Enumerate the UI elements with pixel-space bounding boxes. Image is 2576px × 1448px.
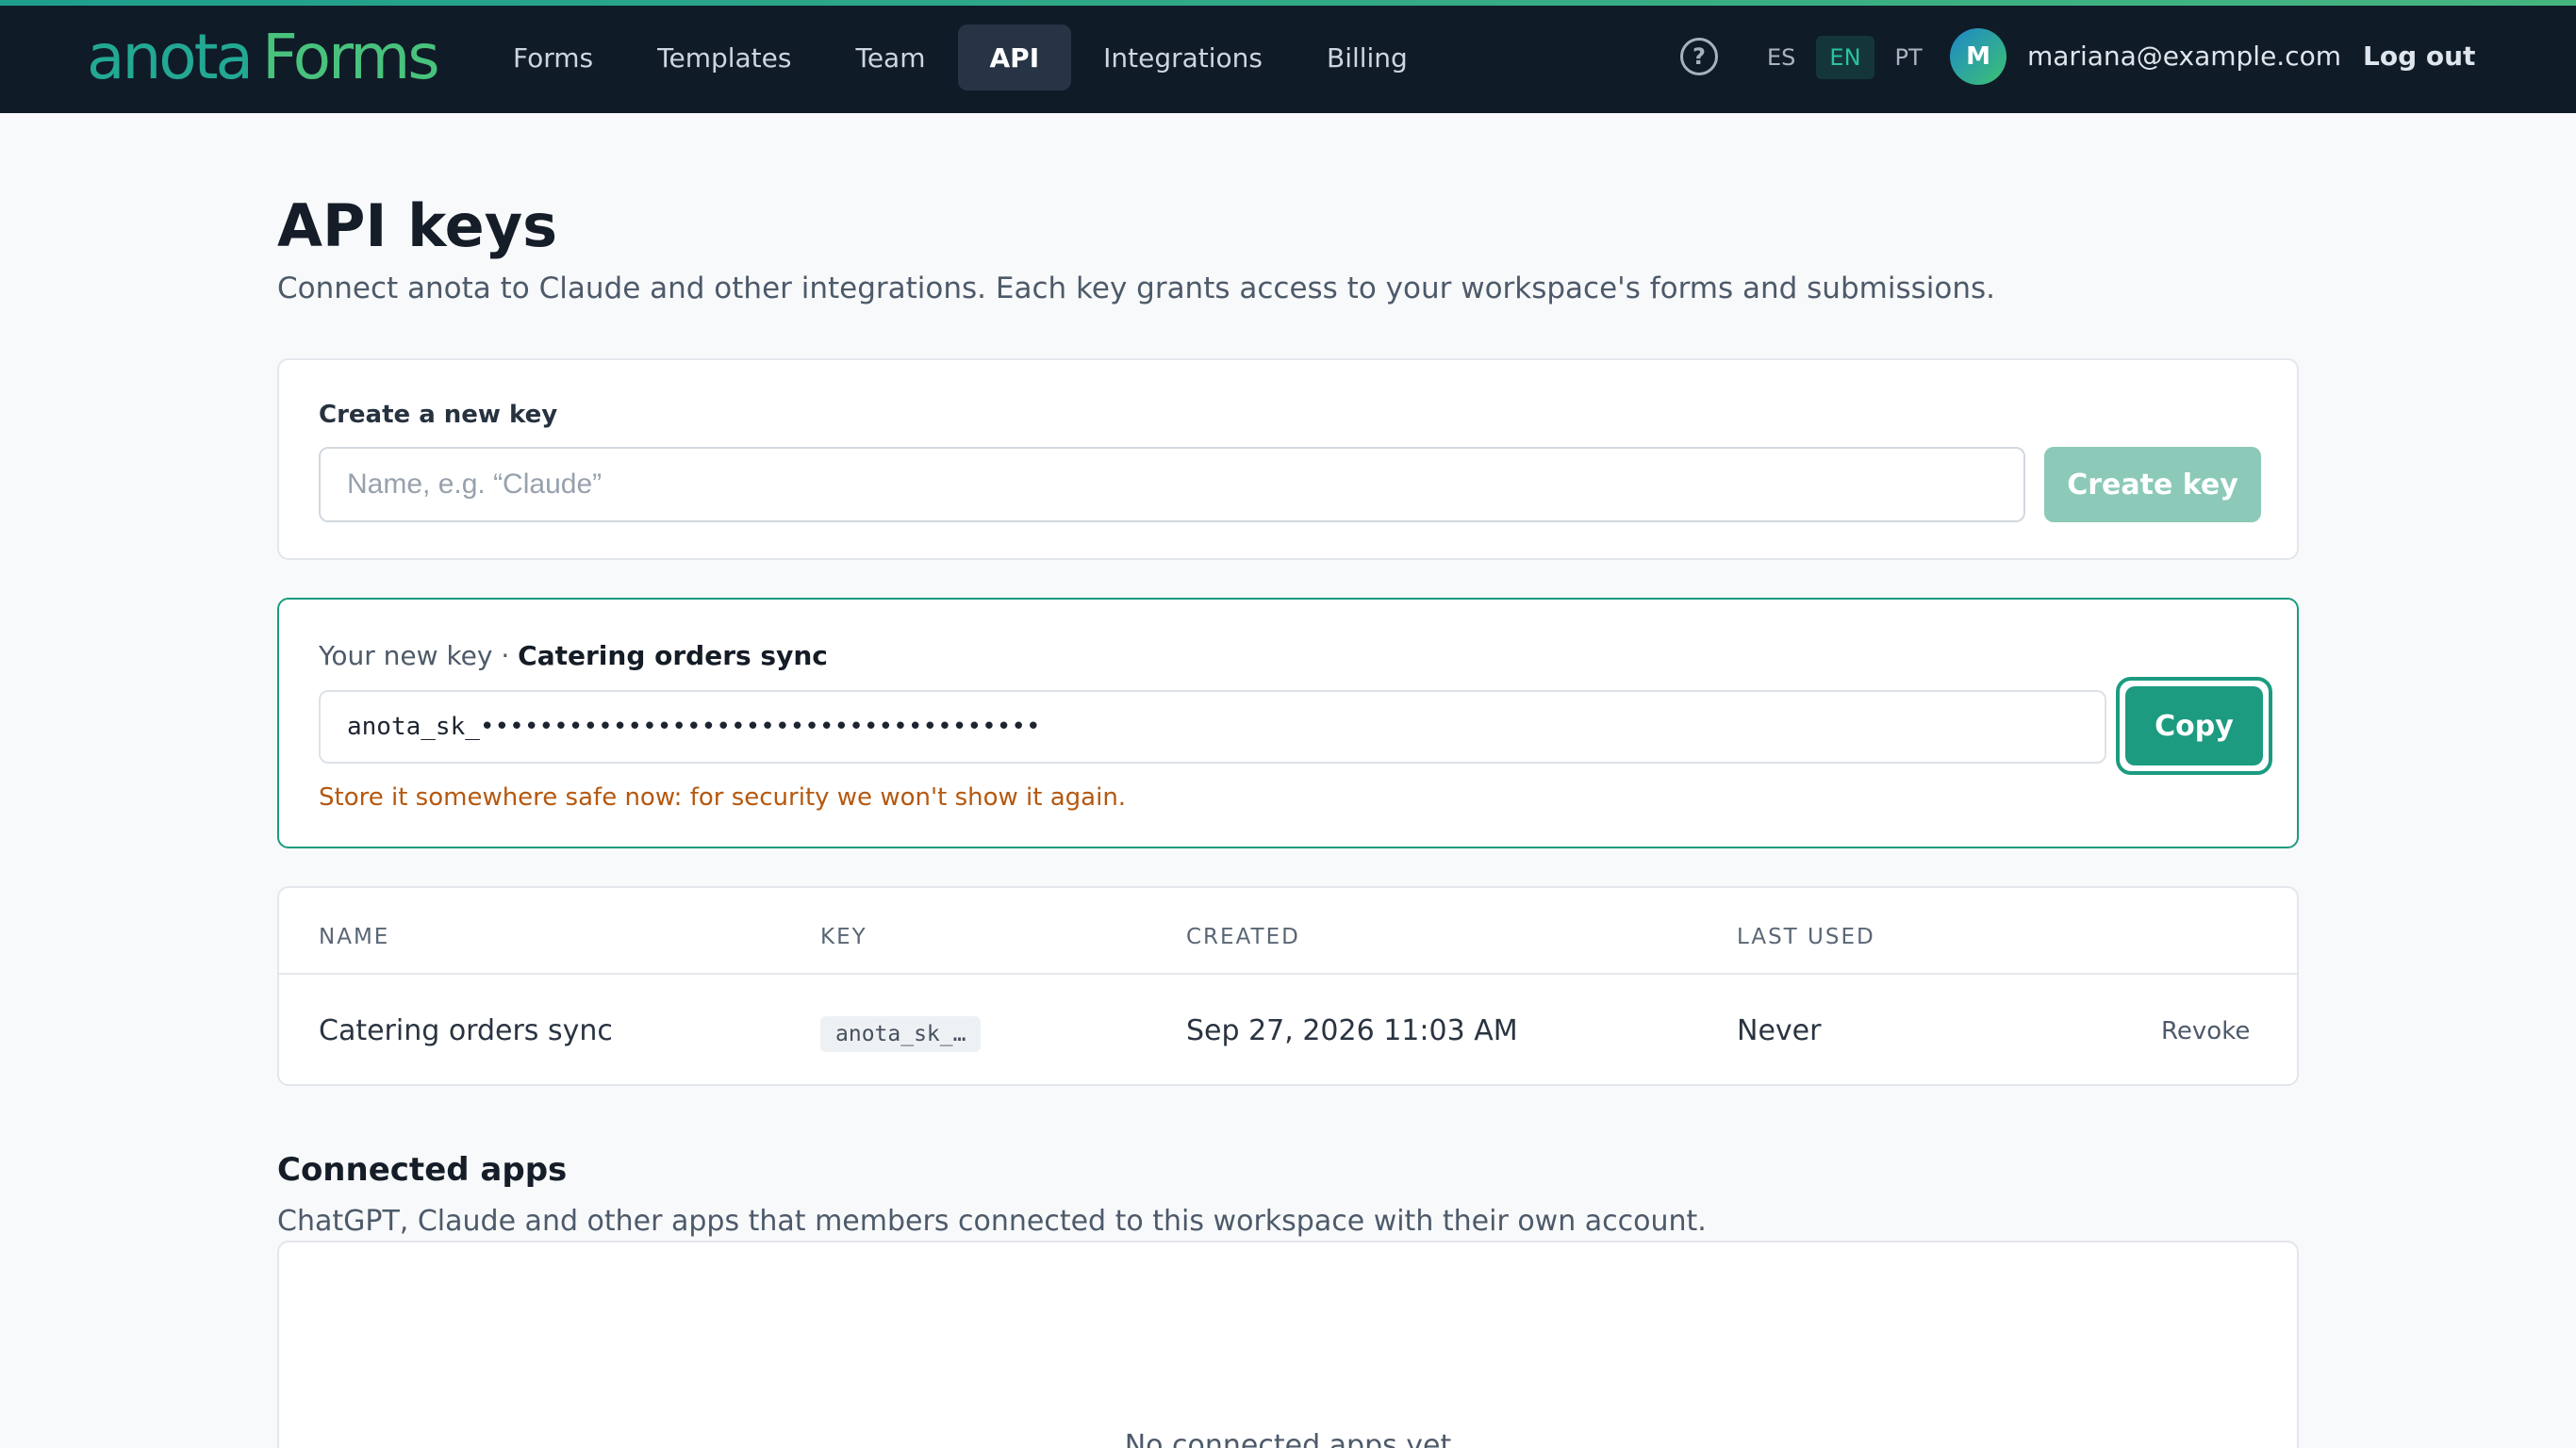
row-key-name: Catering orders sync <box>319 1014 613 1047</box>
top-accent-stripe <box>0 0 2576 6</box>
nav-api[interactable]: API <box>957 25 1072 90</box>
lang-en[interactable]: EN <box>1816 36 1874 79</box>
help-icon[interactable]: ? <box>1680 38 1718 75</box>
new-key-label: Your new key · Catering orders sync <box>319 637 828 675</box>
connected-apps-empty-message: No connected apps yet <box>1124 1429 1452 1448</box>
page-title: API keys <box>277 191 558 260</box>
nav-integrations[interactable]: Integrations <box>1071 25 1295 90</box>
connected-apps-title: Connected apps <box>277 1151 568 1189</box>
row-last-used: Never <box>1737 1014 1822 1047</box>
new-key-value[interactable]: anota_sk_•••••••••••••••••••••••••••••••… <box>319 690 2106 764</box>
column-header-last-used: LAST USED <box>1737 925 1875 949</box>
logo-text-anota: anota <box>87 21 254 93</box>
revoke-key-button[interactable]: Revoke <box>2161 1014 2250 1048</box>
column-header-created: CREATED <box>1186 925 1300 949</box>
copy-key-button[interactable]: Copy <box>2125 686 2263 765</box>
column-header-key: KEY <box>820 925 867 949</box>
copy-button-focus-ring: Copy <box>2116 677 2272 775</box>
user-avatar[interactable]: M <box>1950 28 2006 85</box>
language-switcher: ES EN PT <box>1754 36 1936 79</box>
new-key-name: Catering orders sync <box>518 640 828 671</box>
app-logo[interactable]: anota Forms <box>87 21 440 93</box>
create-key-card: Create a new key Create key <box>277 358 2299 560</box>
row-created: Sep 27, 2026 11:03 AM <box>1186 1014 1518 1047</box>
lang-pt[interactable]: PT <box>1882 36 1936 79</box>
row-key-prefix: anota_sk_… <box>820 1016 982 1052</box>
create-key-label: Create a new key <box>319 401 558 429</box>
user-email[interactable]: mariana@example.com <box>2027 38 2341 75</box>
logo-text-forms: Forms <box>261 21 440 93</box>
new-key-card: Your new key · Catering orders sync anot… <box>277 598 2299 848</box>
connected-apps-card: No connected apps yet <box>277 1241 2299 1448</box>
column-header-name: NAME <box>319 925 390 949</box>
page-subtitle: Connect anota to Claude and other integr… <box>277 272 1995 305</box>
nav-billing[interactable]: Billing <box>1295 25 1440 90</box>
nav-templates[interactable]: Templates <box>625 25 823 90</box>
api-keys-table: NAME KEY CREATED LAST USED Catering orde… <box>277 886 2299 1086</box>
table-divider <box>279 973 2297 975</box>
connected-apps-subtitle: ChatGPT, Claude and other apps that memb… <box>277 1205 1707 1238</box>
key-name-input[interactable] <box>319 447 2025 522</box>
top-navigation-bar: anota Forms Forms Templates Team API Int… <box>0 0 2576 113</box>
nav-forms[interactable]: Forms <box>481 25 625 90</box>
lang-es[interactable]: ES <box>1754 36 1808 79</box>
new-key-warning: Store it somewhere safe now: for securit… <box>319 783 1127 812</box>
create-key-button[interactable]: Create key <box>2044 447 2261 522</box>
new-key-prefix: Your new key · <box>319 640 510 671</box>
main-nav: Forms Templates Team API Integrations Bi… <box>481 25 1440 90</box>
logout-button[interactable]: Log out <box>2363 38 2475 75</box>
nav-team[interactable]: Team <box>823 25 957 90</box>
